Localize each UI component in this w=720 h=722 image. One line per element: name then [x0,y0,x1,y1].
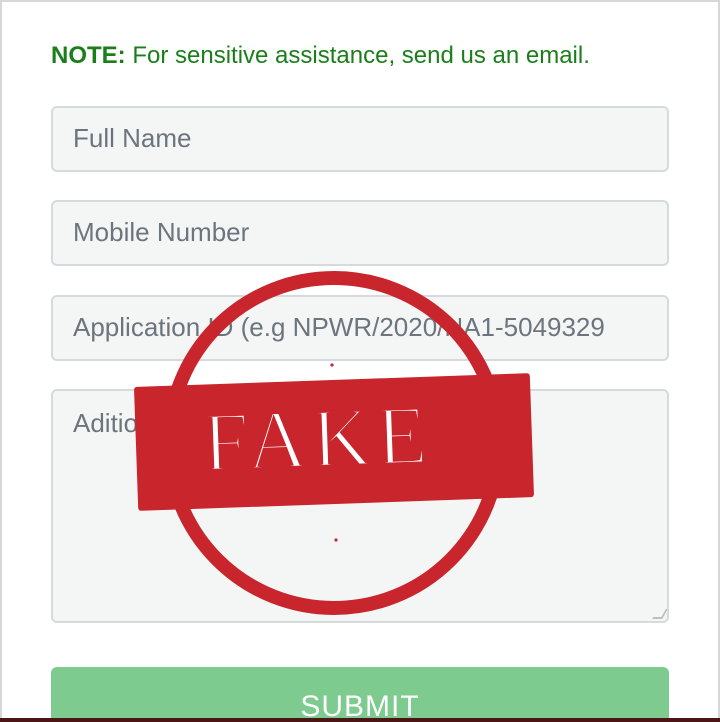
note-message: For sensitive assistance, send us an ema… [125,42,590,69]
application-id-placeholder: Application ID (e.g NPWR/2020/NA1-504932… [73,312,605,342]
additional-info-placeholder: Aditional [73,408,173,438]
full-name-input[interactable]: Full Name [51,106,669,172]
frame-border-top [0,0,720,2]
note-label: NOTE: [51,42,126,69]
frame-border-left [0,0,2,722]
additional-info-textarea[interactable]: Aditional [51,389,669,623]
full-name-placeholder: Full Name [73,123,192,153]
note-text: NOTE: For sensitive assistance, send us … [51,42,590,70]
mobile-number-placeholder: Mobile Number [73,217,250,247]
resize-grip-icon[interactable] [652,609,667,619]
bottom-bar [0,718,720,722]
stamp-dot-top [330,363,334,367]
application-id-input[interactable]: Application ID (e.g NPWR/2020/NA1-504932… [51,295,669,361]
page: NOTE: For sensitive assistance, send us … [0,0,720,722]
submit-button[interactable]: SUBMIT [51,667,669,722]
mobile-number-input[interactable]: Mobile Number [51,200,669,266]
